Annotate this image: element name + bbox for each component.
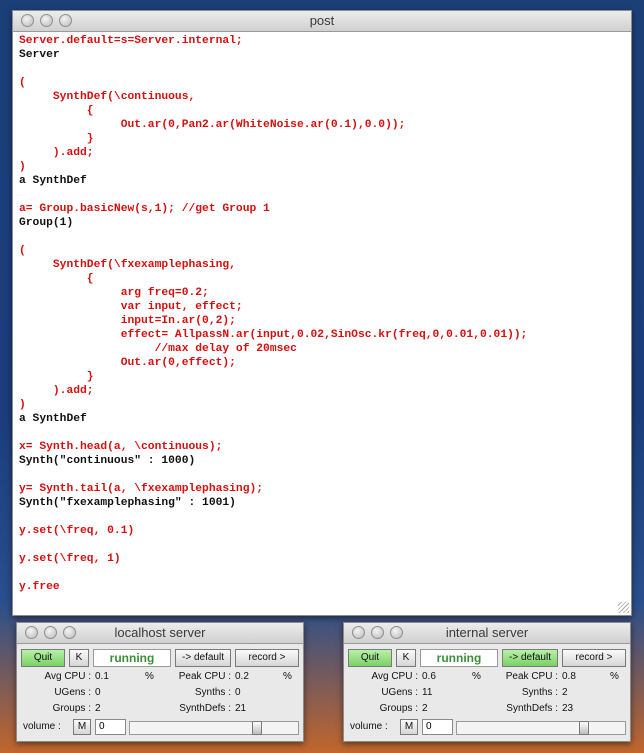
- groups-label: Groups :: [379, 703, 418, 714]
- peak-cpu-value: 0.8: [562, 671, 576, 682]
- ugens-label: UGens :: [54, 687, 91, 698]
- code-line: (: [19, 245, 26, 257]
- peak-cpu-label: Peak CPU :: [178, 671, 231, 682]
- internal-server-titlebar[interactable]: internal server: [344, 623, 630, 644]
- code-line: x= Synth.head(a, \continuous);: [19, 441, 223, 453]
- code-line: y.free: [19, 581, 60, 593]
- code-line: a SynthDef: [19, 413, 87, 425]
- avg-cpu-percent: %: [472, 671, 481, 682]
- volume-slider[interactable]: [456, 721, 626, 735]
- groups-value: 2: [422, 703, 428, 714]
- avg-cpu-value: 0.6: [422, 671, 436, 682]
- code-line: Group(1): [19, 217, 74, 229]
- synths-value: 0: [235, 687, 241, 698]
- volume-input[interactable]: 0: [422, 719, 453, 735]
- code-line: ).add;: [19, 147, 94, 159]
- quit-button[interactable]: Quit: [348, 649, 392, 667]
- record-button[interactable]: record >: [562, 649, 626, 667]
- avg-cpu-percent: %: [145, 671, 154, 682]
- volume-label: volume :: [350, 721, 388, 732]
- ugens-label: UGens :: [381, 687, 418, 698]
- code-line: input=In.ar(0,2);: [19, 315, 236, 327]
- kill-button[interactable]: K: [396, 649, 416, 667]
- ugens-value: 11: [422, 687, 433, 698]
- code-line: //max delay of 20msec: [19, 343, 297, 355]
- server-status: running: [93, 649, 171, 667]
- peak-cpu-value: 0.2: [235, 671, 249, 682]
- code-line: }: [19, 133, 94, 145]
- code-line: a= Group.basicNew(s,1); //get Group 1: [19, 203, 270, 215]
- synths-label: Synths :: [194, 687, 231, 698]
- code-line: Synth("fxexamplephasing" : 1001): [19, 497, 236, 509]
- code-line: ).add;: [19, 385, 94, 397]
- localhost-server-titlebar[interactable]: localhost server: [17, 623, 303, 644]
- code-line: Out.ar(0,Pan2.ar(WhiteNoise.ar(0.1),0.0)…: [19, 119, 406, 131]
- code-line: {: [19, 105, 94, 117]
- code-line: ): [19, 399, 26, 411]
- peak-cpu-percent: %: [283, 671, 292, 682]
- ugens-value: 0: [95, 687, 101, 698]
- code-line: SynthDef(\continuous,: [19, 91, 196, 103]
- quit-button[interactable]: Quit: [21, 649, 65, 667]
- server-status: running: [420, 649, 498, 667]
- synthdefs-label: SynthDefs :: [506, 703, 558, 714]
- code-line: Server: [19, 49, 60, 61]
- synths-value: 2: [562, 687, 568, 698]
- volume-slider[interactable]: [129, 721, 299, 735]
- code-line: y.set(\freq, 0.1): [19, 525, 135, 537]
- code-line: Server.default=s=Server.internal;: [19, 35, 243, 47]
- post-window-title: post: [309, 13, 335, 28]
- code-line: ): [19, 161, 26, 173]
- peak-cpu-percent: %: [610, 671, 619, 682]
- synthdefs-label: SynthDefs :: [179, 703, 231, 714]
- localhost-server-title: localhost server: [114, 625, 206, 640]
- code-line: {: [19, 273, 94, 285]
- internal-server-title: internal server: [445, 625, 529, 640]
- post-window: post Server.default=s=Server.internal; Se…: [12, 10, 632, 616]
- avg-cpu-label: Avg CPU :: [44, 671, 92, 682]
- code-line: Synth("continuous" : 1000): [19, 455, 196, 467]
- post-window-titlebar[interactable]: post: [13, 11, 631, 32]
- default-button[interactable]: -> default: [175, 649, 231, 667]
- volume-input[interactable]: 0: [95, 719, 126, 735]
- resize-grip[interactable]: [618, 602, 629, 613]
- code-line: arg freq=0.2;: [19, 287, 209, 299]
- avg-cpu-value: 0.1: [95, 671, 109, 682]
- peak-cpu-label: Peak CPU :: [505, 671, 558, 682]
- record-button[interactable]: record >: [235, 649, 299, 667]
- kill-button[interactable]: K: [69, 649, 89, 667]
- synths-label: Synths :: [521, 687, 558, 698]
- code-line: (: [19, 77, 26, 89]
- code-line: SynthDef(\fxexamplephasing,: [19, 259, 236, 271]
- code-line: Out.ar(0,effect);: [19, 357, 236, 369]
- volume-slider-knob[interactable]: [579, 721, 589, 735]
- mute-button[interactable]: M: [73, 719, 91, 735]
- synthdefs-value: 21: [235, 703, 247, 714]
- volume-label: volume :: [23, 721, 61, 732]
- mute-button[interactable]: M: [400, 719, 418, 735]
- post-text-area[interactable]: Server.default=s=Server.internal; Server (…: [13, 32, 631, 615]
- default-button[interactable]: -> default: [502, 649, 558, 667]
- synthdefs-value: 23: [562, 703, 574, 714]
- code-line: y= Synth.tail(a, \fxexamplephasing);: [19, 483, 264, 495]
- code-line: effect= AllpassN.ar(input,0.02,SinOsc.kr…: [19, 329, 528, 341]
- code-line: y.set(\freq, 1): [19, 553, 121, 565]
- code-line: a SynthDef: [19, 175, 87, 187]
- code-line: }: [19, 371, 94, 383]
- internal-server-window: internal server Quit K running -> defaul…: [343, 622, 631, 742]
- groups-label: Groups :: [52, 703, 91, 714]
- groups-value: 2: [95, 703, 101, 714]
- volume-slider-knob[interactable]: [252, 721, 262, 735]
- avg-cpu-label: Avg CPU :: [371, 671, 419, 682]
- code-line: var input, effect;: [19, 301, 243, 313]
- localhost-server-window: localhost server Quit K running -> defau…: [16, 622, 304, 742]
